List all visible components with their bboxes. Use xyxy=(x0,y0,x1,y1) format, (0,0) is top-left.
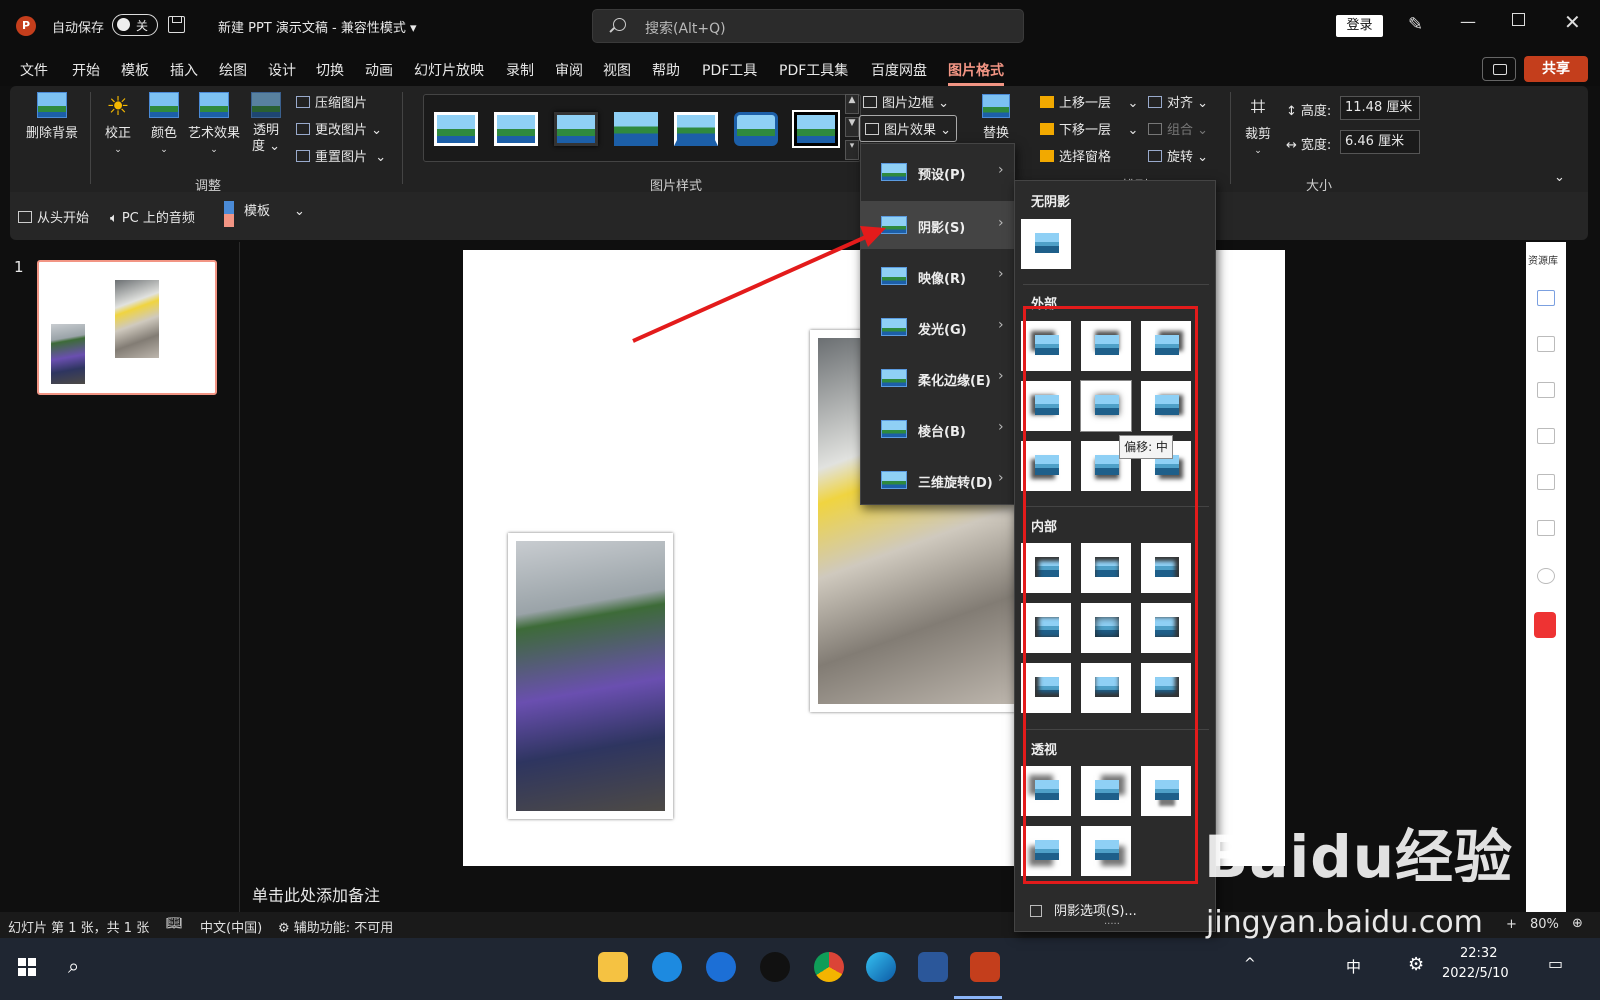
baidu-watermark-logo: Baidu经验 xyxy=(1204,823,1514,891)
baidu-watermark-url: jingyan.baidu.com xyxy=(1206,905,1483,940)
